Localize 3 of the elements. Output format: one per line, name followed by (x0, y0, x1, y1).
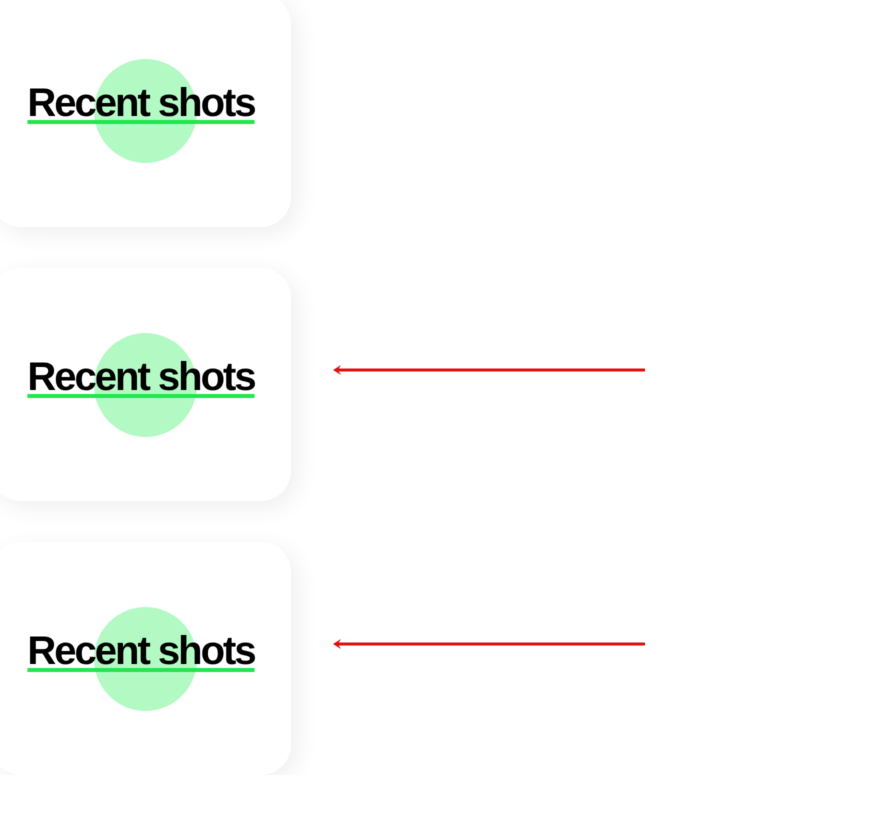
card-title: Recent shots (27, 356, 255, 396)
card-title: Recent shots (27, 630, 255, 670)
card-title: Recent shots (27, 82, 255, 122)
